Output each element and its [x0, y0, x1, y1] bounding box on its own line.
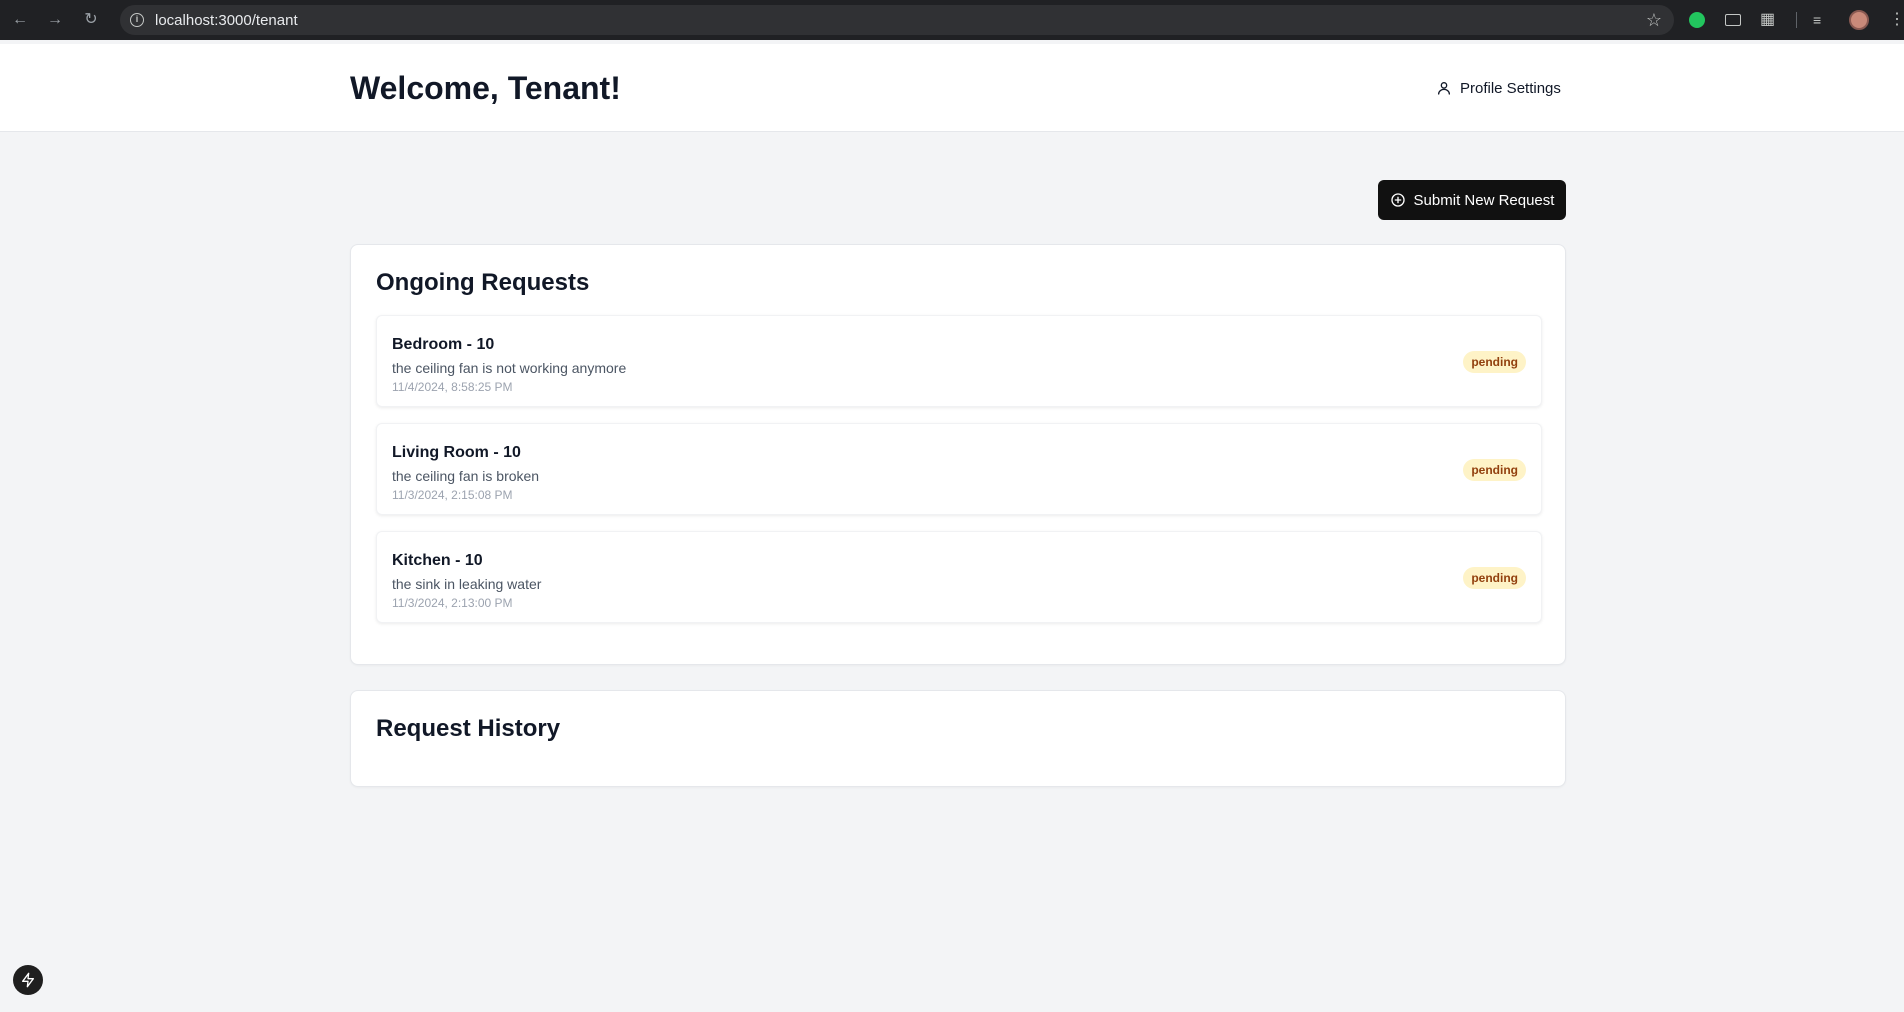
info-icon[interactable]: i: [130, 13, 144, 27]
profile-settings-label: Profile Settings: [1460, 79, 1561, 97]
avatar[interactable]: [1849, 10, 1869, 30]
request-title: Bedroom - 10: [392, 336, 495, 353]
request-item[interactable]: Kitchen - 10 the sink in leaking water 1…: [376, 531, 1542, 623]
request-date: 11/4/2024, 8:58:25 PM: [392, 380, 513, 394]
request-date: 11/3/2024, 2:13:00 PM: [392, 596, 513, 610]
status-badge: pending: [1463, 459, 1526, 481]
extension-icon[interactable]: [1687, 10, 1707, 30]
page-title: Welcome, Tenant!: [350, 70, 621, 106]
request-title: Living Room - 10: [392, 444, 521, 461]
request-history-title: Request History: [376, 715, 561, 742]
puzzle-icon[interactable]: ▦: [1760, 10, 1780, 30]
request-item[interactable]: Bedroom - 10 the ceiling fan is not work…: [376, 315, 1542, 407]
ongoing-requests-card: Ongoing Requests Bedroom - 10 the ceilin…: [350, 244, 1566, 665]
reload-icon[interactable]: ↻: [81, 10, 101, 30]
request-date: 11/3/2024, 2:15:08 PM: [392, 488, 513, 502]
plus-circle-icon: [1390, 193, 1405, 207]
back-icon[interactable]: ←: [10, 10, 30, 30]
submit-new-request-label: Submit New Request: [1413, 191, 1555, 209]
ongoing-requests-title: Ongoing Requests: [376, 269, 590, 296]
forward-icon[interactable]: →: [45, 10, 65, 30]
address-bar[interactable]: i localhost:3000/tenant ☆: [120, 5, 1674, 35]
menu-icon[interactable]: ⋮: [1889, 10, 1904, 30]
request-description: the ceiling fan is broken: [392, 468, 540, 484]
request-title: Kitchen - 10: [392, 552, 483, 569]
request-item[interactable]: Living Room - 10 the ceiling fan is brok…: [376, 423, 1542, 515]
submit-new-request-button[interactable]: Submit New Request: [1378, 180, 1566, 220]
star-icon[interactable]: ☆: [1646, 10, 1662, 31]
app-header: Welcome, Tenant! Profile Settings: [0, 44, 1904, 132]
profile-settings-button[interactable]: Profile Settings: [1424, 70, 1573, 106]
media-icon[interactable]: ≡: [1813, 10, 1833, 30]
toolbar-divider: [1796, 12, 1797, 28]
request-history-card: Request History: [350, 690, 1566, 787]
request-description: the sink in leaking water: [392, 576, 542, 592]
bolt-icon[interactable]: [13, 965, 43, 995]
status-badge: pending: [1463, 351, 1526, 373]
request-description: the ceiling fan is not working anymore: [392, 360, 627, 376]
url-text[interactable]: localhost:3000/tenant: [155, 12, 298, 29]
user-icon: [1438, 82, 1450, 95]
status-badge: pending: [1463, 567, 1526, 589]
browser-toolbar: ← → ↻ i localhost:3000/tenant ☆ ▦ ≡ ⋮: [0, 0, 1904, 40]
extension-icon[interactable]: [1723, 10, 1743, 30]
